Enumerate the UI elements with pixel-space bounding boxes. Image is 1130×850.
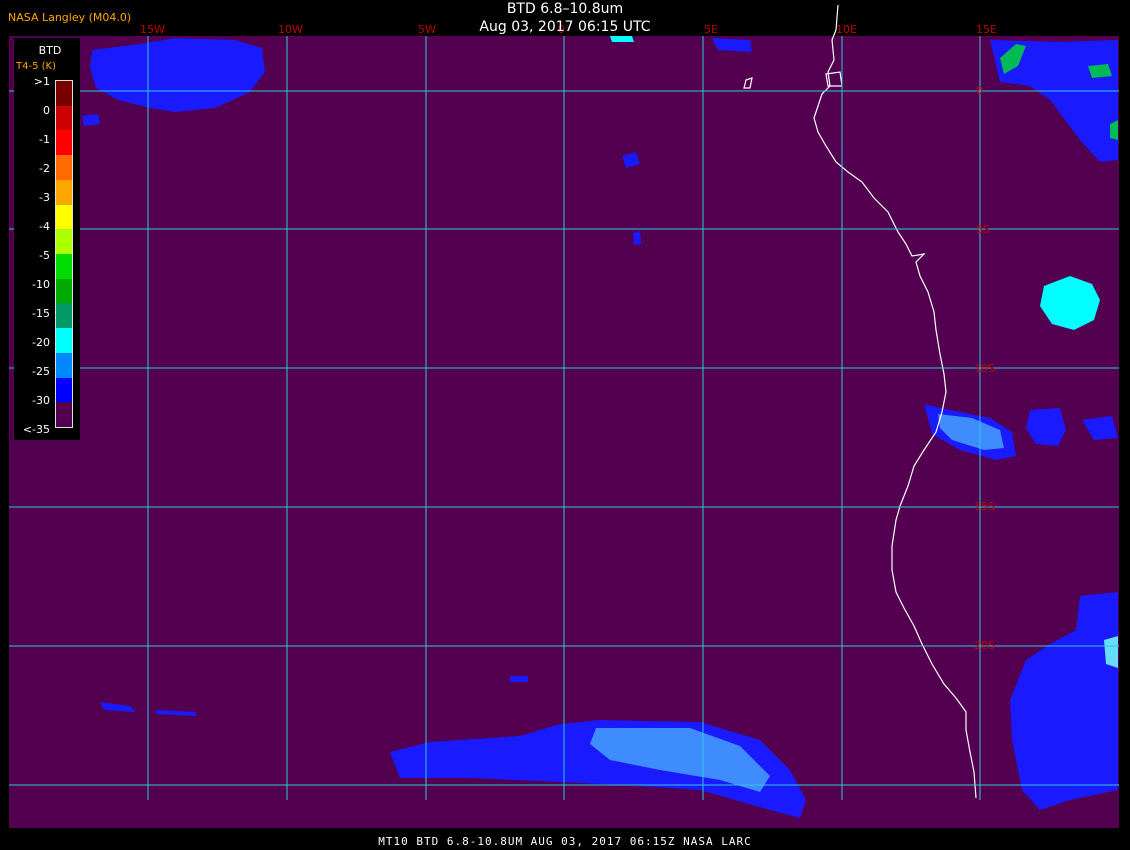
cloud-speck-mid-south xyxy=(510,676,528,682)
legend-label: -3 xyxy=(39,191,50,204)
legend-label: -2 xyxy=(39,162,50,175)
lat-label-0: 0 xyxy=(976,84,983,97)
satellite-map: 15W 10W 5W 0 5E 10E 15E 0 5S 10S 15S 20S xyxy=(9,4,1119,828)
cloud-cyan-top xyxy=(610,36,634,42)
legend-swatch xyxy=(56,303,72,329)
legend-color-bar xyxy=(55,80,73,428)
legend-label: -5 xyxy=(39,249,50,262)
legend-swatch xyxy=(56,229,72,255)
legend-label: >1 xyxy=(33,75,50,88)
legend-label: 0 xyxy=(43,104,50,117)
legend-subtitle: T4-5 (K) xyxy=(16,61,56,72)
legend-title: BTD xyxy=(38,44,62,57)
legend-swatch xyxy=(56,352,72,379)
lat-label-10s: 10S xyxy=(974,362,995,375)
legend-swatch xyxy=(56,254,72,280)
lat-label-20s: 20S xyxy=(974,639,995,652)
legend-swatch xyxy=(56,81,72,107)
legend-swatch xyxy=(56,130,72,156)
cloud-speck-north-2 xyxy=(633,231,641,245)
legend-label: -20 xyxy=(32,336,50,349)
legend-label: -25 xyxy=(32,365,50,378)
timestamp: Aug 03, 2017 06:15 UTC xyxy=(479,19,651,35)
lat-label-15s: 15S xyxy=(974,500,995,513)
legend-label: -10 xyxy=(32,278,50,291)
legend-swatch xyxy=(56,377,72,403)
color-legend: BTD T4-5 (K) >1 0 -1 -2 -3 -4 -5 -10 -15 -20 -25 -3… xyxy=(14,38,80,440)
legend-label: <-35 xyxy=(22,423,50,436)
legend-label: -15 xyxy=(32,307,50,320)
legend-swatch xyxy=(56,278,72,304)
legend-swatch xyxy=(56,204,72,230)
legend-swatch xyxy=(56,155,72,181)
legend-swatch xyxy=(56,179,72,206)
legend-swatch xyxy=(56,328,72,354)
cloud-green-east xyxy=(1088,64,1112,78)
lat-label-5s: 5S xyxy=(976,223,990,236)
legend-swatch xyxy=(56,105,72,131)
product-title: BTD 6.8–10.8um xyxy=(506,1,624,17)
legend-label: -1 xyxy=(39,133,50,146)
cloud-cyan-southeast xyxy=(1104,636,1118,668)
legend-label: -30 xyxy=(32,394,50,407)
cloud-speck-top xyxy=(712,38,752,52)
cloud-patch-northwest-small xyxy=(82,114,100,126)
legend-swatch xyxy=(56,402,72,428)
footer-caption: MT10 BTD 6.8-10.8UM AUG 03, 2017 06:15Z … xyxy=(378,835,752,848)
legend-label: -4 xyxy=(39,220,50,233)
